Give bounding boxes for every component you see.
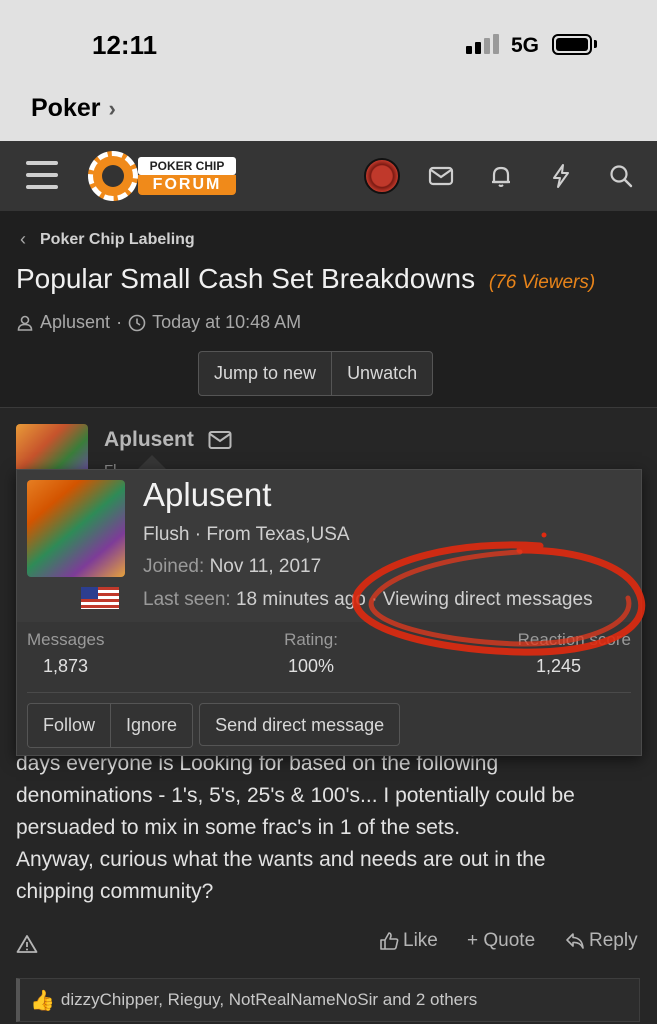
stat-label: Reaction score: [517, 630, 631, 649]
battery-icon: [552, 34, 592, 55]
chevron-right-icon: ›: [108, 95, 116, 121]
quote-button[interactable]: + Quote: [467, 930, 535, 952]
us-flag-icon: [81, 587, 119, 609]
stat-reaction-score: Reaction score 1,245: [507, 630, 631, 677]
member-name[interactable]: Aplusent: [143, 476, 271, 514]
jump-to-new-button[interactable]: Jump to new: [199, 352, 331, 395]
post-line: persuaded to mix in some frac's in 1 of …: [16, 816, 461, 839]
search-icon[interactable]: [608, 163, 634, 189]
page-title: Popular Small Cash Set Breakdowns (76 Vi…: [16, 263, 595, 295]
post-actions: Like + Quote Reply: [0, 930, 657, 960]
forum-logo[interactable]: POKER CHIP FORUM: [88, 151, 238, 201]
thread-actions: Jump to new Unwatch: [198, 351, 434, 396]
back-to-app-link[interactable]: Poker ›: [31, 94, 116, 123]
stat-value: 1,245: [535, 656, 581, 676]
follow-button[interactable]: Follow: [28, 704, 111, 747]
viewers-count: (76 Viewers): [488, 272, 596, 293]
stat-label: Rating:: [284, 630, 338, 649]
last-seen-value: 18 minutes ago · Viewing direct messages: [235, 589, 593, 610]
forum-header: POKER CHIP FORUM: [0, 141, 657, 211]
reactions-text: dizzyChipper, Rieguy, NotRealNameNoSir a…: [60, 990, 478, 1009]
status-bar: 12:11 5G Poker ›: [0, 0, 657, 141]
thread-title-text: Popular Small Cash Set Breakdowns: [16, 263, 476, 294]
report-icon[interactable]: [16, 934, 38, 954]
member-joined: Joined: Nov 11, 2017: [143, 556, 321, 578]
member-tooltip: Aplusent Flush · From Texas,USA Joined: …: [16, 469, 642, 756]
clock-icon: [128, 314, 146, 331]
chip-logo-icon: [88, 151, 138, 201]
clock: 12:11: [92, 30, 158, 60]
reply-button[interactable]: Reply: [565, 930, 638, 952]
user-icon: [17, 315, 33, 331]
like-label: Like: [403, 930, 438, 951]
breadcrumb-label: Poker Chip Labeling: [40, 230, 195, 248]
battery-tip: [594, 40, 597, 48]
user-avatar[interactable]: [364, 158, 400, 194]
member-tooltip-header: Aplusent Flush · From Texas,USA Joined: …: [17, 470, 641, 622]
stat-value: 1,873: [43, 656, 89, 676]
thread-meta: Aplusent · Today at 10:48 AM: [16, 312, 301, 333]
bell-icon[interactable]: [488, 163, 514, 189]
thumbs-up-icon: [380, 932, 399, 950]
member-actions: Follow Ignore Send direct message: [27, 703, 401, 748]
post-line: Anyway, curious what the wants and needs…: [16, 848, 546, 871]
chevron-left-icon: ‹: [20, 229, 26, 249]
member-last-seen: Last seen: 18 minutes ago · Viewing dire…: [143, 589, 593, 611]
stat-label: Messages: [27, 630, 105, 649]
back-app-label: Poker: [31, 94, 101, 122]
post-line: chipping community?: [16, 880, 214, 903]
thread-author-link[interactable]: Aplusent: [40, 312, 110, 333]
stat-value: 100%: [287, 656, 335, 676]
follow-ignore-group: Follow Ignore: [27, 703, 194, 748]
reply-icon: [566, 933, 584, 949]
post-author-name[interactable]: Aplusent: [104, 428, 194, 452]
post-author: Aplusent: [104, 428, 232, 452]
quote-label: + Quote: [467, 930, 536, 951]
stat-messages: Messages 1,873: [27, 630, 104, 677]
meta-separator: ·: [116, 312, 123, 332]
signal-icon: [466, 34, 500, 54]
inbox-icon[interactable]: [428, 163, 454, 189]
logo-top-text: POKER CHIP: [138, 157, 236, 175]
like-button[interactable]: Like: [379, 930, 438, 952]
thread-date[interactable]: Today at 10:48 AM: [152, 312, 301, 333]
stat-rating: Rating: 100%: [281, 630, 341, 677]
joined-label: Joined:: [143, 556, 205, 577]
menu-icon[interactable]: [26, 161, 58, 189]
thumbs-up-reaction-icon: 👍: [30, 989, 55, 1012]
logo-bottom-text: FORUM: [138, 175, 236, 195]
tooltip-arrow: [138, 455, 166, 469]
lightning-icon[interactable]: [548, 163, 574, 189]
reactions-bar[interactable]: 👍 dizzyChipper, Rieguy, NotRealNameNoSir…: [16, 978, 640, 1022]
post-line: denominations - 1's, 5's, 25's & 100's..…: [16, 784, 575, 807]
member-avatar[interactable]: [27, 480, 125, 577]
divider: [27, 692, 631, 693]
breadcrumb[interactable]: ‹ Poker Chip Labeling: [20, 229, 195, 250]
post-body: days everyone is Looking for based on th…: [16, 748, 646, 908]
thread-header: ‹ Poker Chip Labeling Popular Small Cash…: [0, 211, 657, 407]
member-stats: Messages 1,873 Rating: 100% Reaction sco…: [17, 630, 641, 690]
send-direct-message-button[interactable]: Send direct message: [199, 703, 401, 746]
reply-label: Reply: [589, 930, 638, 951]
network-label: 5G: [511, 34, 540, 57]
member-title-location: Flush · From Texas,USA: [143, 524, 350, 545]
mail-icon[interactable]: [208, 430, 232, 450]
last-seen-label: Last seen:: [143, 589, 231, 610]
ignore-button[interactable]: Ignore: [110, 704, 193, 747]
unwatch-button[interactable]: Unwatch: [331, 352, 432, 395]
joined-value: Nov 11, 2017: [209, 556, 322, 577]
